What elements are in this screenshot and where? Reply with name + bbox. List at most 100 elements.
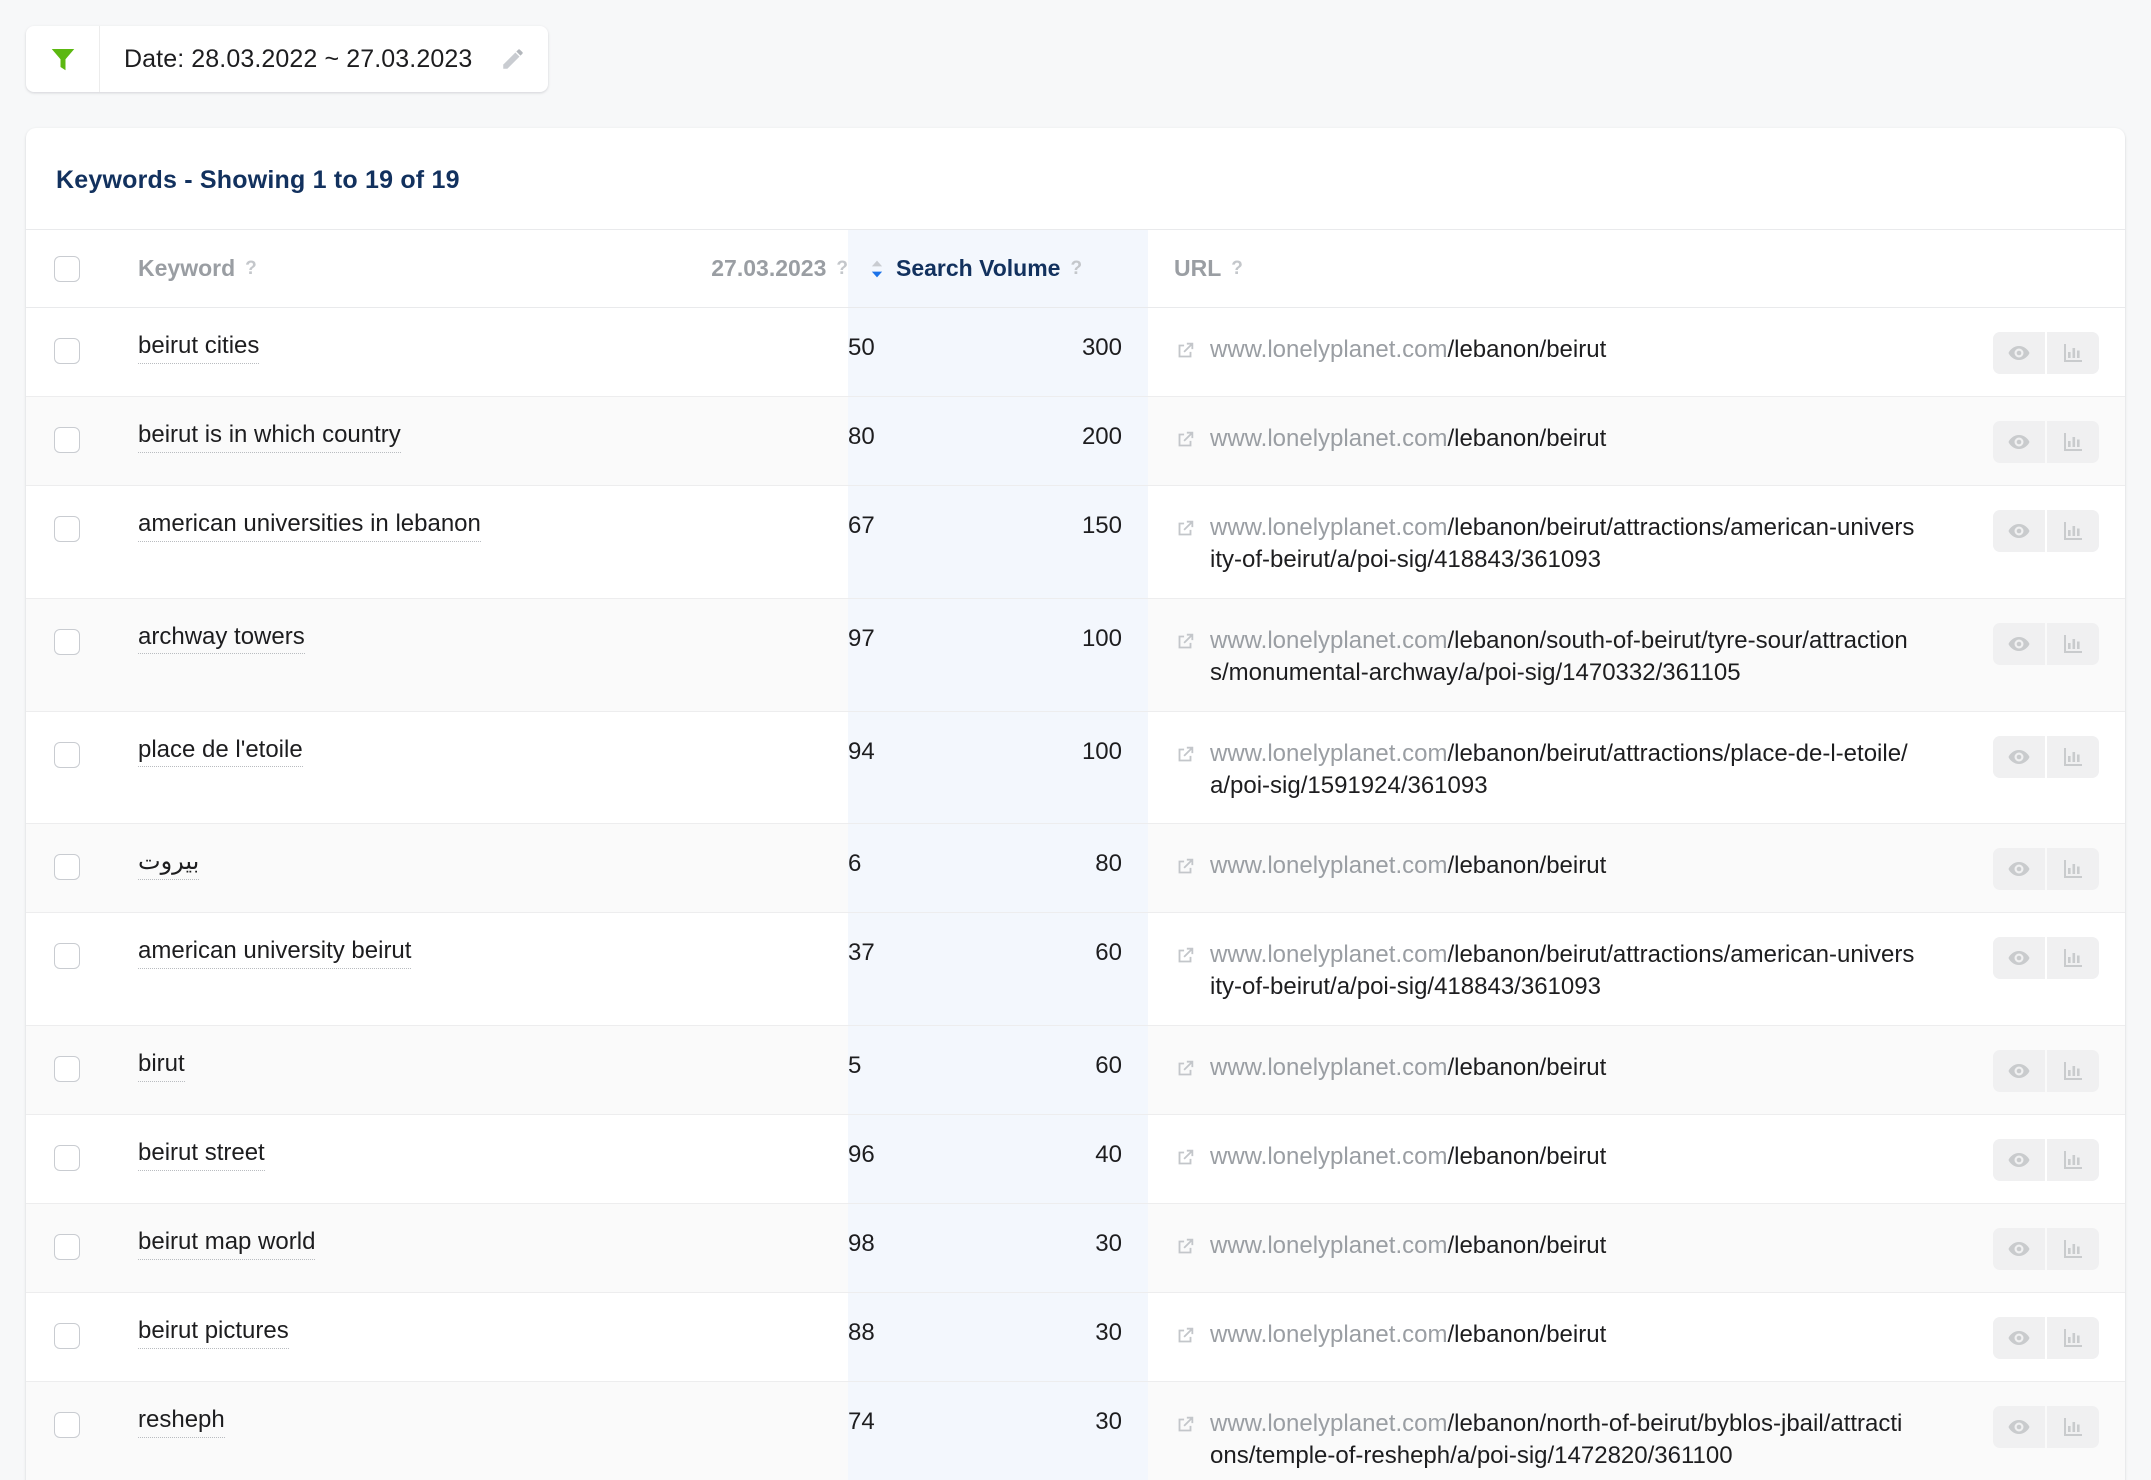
column-header-url[interactable]: URL ? bbox=[1148, 229, 2125, 308]
eye-icon[interactable] bbox=[1993, 1406, 2045, 1449]
external-link-icon[interactable] bbox=[1174, 428, 1196, 460]
eye-icon[interactable] bbox=[1993, 735, 2045, 778]
url-link[interactable]: www.lonelyplanet.com/lebanon/beirut bbox=[1210, 1141, 1606, 1173]
url-link[interactable]: www.lonelyplanet.com/lebanon/beirut/attr… bbox=[1210, 738, 1915, 802]
bar-chart-icon[interactable] bbox=[2047, 848, 2099, 891]
keyword-text[interactable]: beirut street bbox=[138, 1139, 265, 1171]
bar-chart-icon[interactable] bbox=[2047, 1050, 2099, 1093]
url-link[interactable]: www.lonelyplanet.com/lebanon/north-of-be… bbox=[1210, 1408, 1915, 1472]
url-link[interactable]: www.lonelyplanet.com/lebanon/beirut bbox=[1210, 1319, 1606, 1351]
help-icon-keyword[interactable]: ? bbox=[245, 259, 257, 278]
keyword-text[interactable]: beirut is in which country bbox=[138, 421, 401, 453]
eye-icon[interactable] bbox=[1993, 1228, 2045, 1271]
eye-icon[interactable] bbox=[1993, 1139, 2045, 1182]
table-row: birut 5 60 www.lonelyplanet.com/lebanon/bei… bbox=[26, 1025, 2125, 1115]
table-body: beirut cities 50 300 www.lonelyplanet.com/l… bbox=[26, 307, 2125, 1480]
external-link-icon[interactable] bbox=[1174, 743, 1196, 775]
row-checkbox[interactable] bbox=[54, 1056, 80, 1083]
eye-icon[interactable] bbox=[1993, 937, 2045, 980]
external-link-icon[interactable] bbox=[1174, 1146, 1196, 1178]
eye-icon[interactable] bbox=[1993, 510, 2045, 552]
keyword-text[interactable]: birut bbox=[138, 1050, 185, 1082]
eye-icon[interactable] bbox=[1993, 622, 2045, 665]
bar-chart-icon[interactable] bbox=[2047, 1406, 2099, 1449]
search-volume-value: 150 bbox=[1081, 512, 1122, 539]
keyword-text[interactable]: place de l'etoile bbox=[138, 736, 303, 768]
row-checkbox[interactable] bbox=[54, 1234, 80, 1261]
url-path: /lebanon/beirut bbox=[1447, 852, 1607, 880]
search-volume-value: 30 bbox=[1095, 1230, 1122, 1258]
url-link[interactable]: www.lonelyplanet.com/lebanon/beirut/attr… bbox=[1210, 512, 1915, 576]
filter-icon-cell[interactable] bbox=[26, 26, 100, 92]
search-volume-value: 100 bbox=[1081, 624, 1122, 652]
row-actions-cell bbox=[1934, 396, 2125, 486]
external-link-icon[interactable] bbox=[1174, 1057, 1196, 1089]
url-link[interactable]: www.lonelyplanet.com/lebanon/beirut bbox=[1210, 1230, 1606, 1262]
keyword-text[interactable]: بيروت bbox=[138, 848, 200, 881]
keyword-text[interactable]: beirut pictures bbox=[138, 1317, 289, 1349]
row-checkbox[interactable] bbox=[54, 427, 80, 453]
external-link-icon[interactable] bbox=[1174, 855, 1196, 887]
bar-chart-icon[interactable] bbox=[2047, 1139, 2099, 1182]
external-link-icon[interactable] bbox=[1174, 944, 1196, 976]
row-checkbox[interactable] bbox=[54, 1323, 80, 1350]
url-domain: www.lonelyplanet.com bbox=[1210, 1143, 1448, 1171]
eye-icon[interactable] bbox=[1993, 1317, 2045, 1360]
keyword-text[interactable]: resheph bbox=[138, 1406, 225, 1438]
external-link-icon[interactable] bbox=[1174, 1413, 1196, 1445]
row-checkbox[interactable] bbox=[54, 516, 80, 542]
help-icon-search-volume[interactable]: ? bbox=[1070, 259, 1082, 278]
select-all-checkbox[interactable] bbox=[54, 255, 80, 282]
filter-body: Date: 28.03.2022 ~ 27.03.2023 bbox=[100, 26, 548, 92]
row-checkbox[interactable] bbox=[54, 943, 80, 970]
search-volume-value: 100 bbox=[1081, 737, 1122, 765]
row-checkbox[interactable] bbox=[54, 741, 80, 768]
row-actions-cell bbox=[1934, 711, 2125, 824]
sort-toggle-icon[interactable] bbox=[870, 260, 884, 278]
keyword-text[interactable]: archway towers bbox=[138, 623, 305, 655]
row-checkbox[interactable] bbox=[54, 628, 80, 655]
bar-chart-icon[interactable] bbox=[2047, 1228, 2099, 1271]
help-icon-url[interactable]: ? bbox=[1231, 259, 1243, 278]
bar-chart-icon[interactable] bbox=[2047, 622, 2099, 665]
search-volume-value: 30 bbox=[1095, 1319, 1122, 1347]
keyword-text[interactable]: beirut cities bbox=[138, 332, 260, 364]
row-checkbox[interactable] bbox=[54, 854, 80, 881]
eye-icon[interactable] bbox=[1993, 421, 2045, 463]
bar-chart-icon[interactable] bbox=[2047, 1317, 2099, 1360]
url-link[interactable]: www.lonelyplanet.com/lebanon/beirut bbox=[1210, 850, 1606, 882]
url-link[interactable]: www.lonelyplanet.com/lebanon/beirut bbox=[1210, 1052, 1606, 1084]
keyword-text[interactable]: american universities in lebanon bbox=[138, 510, 481, 542]
url-link[interactable]: www.lonelyplanet.com/lebanon/beirut bbox=[1210, 423, 1606, 455]
url-link[interactable]: www.lonelyplanet.com/lebanon/beirut/attr… bbox=[1210, 939, 1915, 1003]
row-checkbox[interactable] bbox=[54, 338, 80, 364]
bar-chart-icon[interactable] bbox=[2047, 510, 2099, 552]
eye-icon[interactable] bbox=[1993, 332, 2045, 374]
search-volume-value: 80 bbox=[1095, 850, 1122, 878]
pencil-icon[interactable] bbox=[498, 44, 528, 74]
row-checkbox[interactable] bbox=[54, 1412, 80, 1439]
url-link[interactable]: www.lonelyplanet.com/lebanon/beirut bbox=[1210, 334, 1606, 366]
url-path: /lebanon/beirut bbox=[1447, 425, 1607, 452]
external-link-icon[interactable] bbox=[1174, 630, 1196, 662]
keyword-text[interactable]: american university beirut bbox=[138, 937, 412, 970]
bar-chart-icon[interactable] bbox=[2047, 937, 2099, 980]
column-header-search-volume[interactable]: Search Volume ? bbox=[848, 229, 1148, 308]
external-link-icon[interactable] bbox=[1174, 339, 1196, 371]
eye-icon[interactable] bbox=[1993, 848, 2045, 891]
keyword-text[interactable]: beirut map world bbox=[138, 1228, 316, 1260]
row-select-cell bbox=[26, 823, 108, 913]
row-actions-cell bbox=[1934, 1114, 2125, 1204]
external-link-icon[interactable] bbox=[1174, 1324, 1196, 1356]
table-row: beirut cities 50 300 www.lonelyplanet.com/l… bbox=[26, 307, 2125, 397]
help-icon-date[interactable]: ? bbox=[836, 259, 848, 278]
search-volume-cell: 30 bbox=[848, 1203, 1148, 1293]
bar-chart-icon[interactable] bbox=[2047, 421, 2099, 463]
external-link-icon[interactable] bbox=[1174, 517, 1196, 549]
row-checkbox[interactable] bbox=[54, 1145, 80, 1172]
eye-icon[interactable] bbox=[1993, 1050, 2045, 1093]
bar-chart-icon[interactable] bbox=[2047, 332, 2099, 374]
url-link[interactable]: www.lonelyplanet.com/lebanon/south-of-be… bbox=[1210, 625, 1915, 689]
bar-chart-icon[interactable] bbox=[2047, 735, 2099, 778]
external-link-icon[interactable] bbox=[1174, 1235, 1196, 1267]
